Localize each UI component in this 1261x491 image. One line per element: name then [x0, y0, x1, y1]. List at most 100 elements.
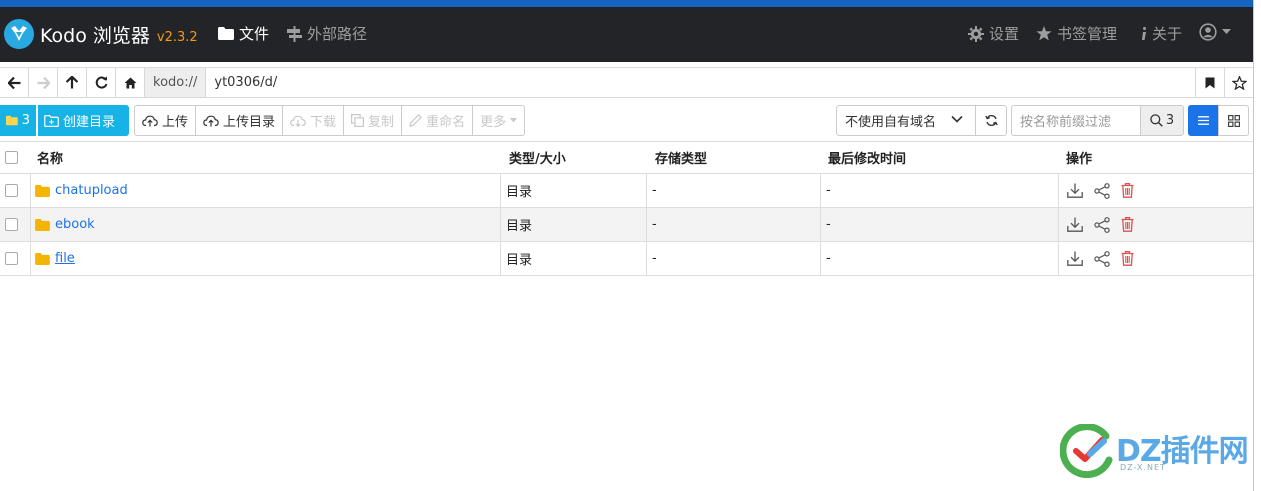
- refresh-button[interactable]: [87, 68, 116, 97]
- folder-icon: [35, 218, 50, 231]
- chevron-down-icon: [951, 115, 963, 123]
- table-row[interactable]: file 目录 - -: [0, 242, 1253, 276]
- app-version: v2.3.2: [156, 29, 198, 45]
- star-outline-icon: [1231, 75, 1247, 90]
- row-modified: -: [820, 242, 1059, 275]
- nav-about-label: 关于: [1152, 25, 1183, 43]
- download-button[interactable]: 下载: [283, 106, 345, 135]
- home-button[interactable]: [116, 68, 145, 97]
- nav-external-path[interactable]: 外部路径: [287, 23, 367, 44]
- address-path-input[interactable]: [206, 68, 1195, 97]
- list-view-toggle[interactable]: [1188, 105, 1219, 136]
- cloud-download-icon: [290, 115, 306, 127]
- row-checkbox[interactable]: [5, 252, 18, 265]
- trash-icon[interactable]: [1121, 183, 1134, 198]
- nav-external-path-label: 外部路径: [307, 25, 368, 43]
- row-storage: -: [646, 242, 821, 275]
- folder-icon: [35, 184, 50, 197]
- copy-button[interactable]: 复制: [344, 106, 403, 135]
- file-name-link[interactable]: file: [55, 251, 75, 266]
- header-modified[interactable]: 最后修改时间: [828, 142, 906, 173]
- arrow-right-icon: [37, 76, 50, 89]
- bookmark-icon: [1205, 77, 1215, 88]
- home-icon: [124, 77, 136, 88]
- arrow-up-icon: [66, 76, 78, 89]
- address-bar: kodo://: [0, 67, 1253, 98]
- user-circle-icon: [1199, 23, 1217, 41]
- signpost-icon: [287, 25, 302, 42]
- search-button[interactable]: 3: [1140, 105, 1184, 136]
- download-icon[interactable]: [1067, 183, 1083, 198]
- bookmark-button[interactable]: [1195, 68, 1224, 97]
- file-name-link[interactable]: ebook: [55, 217, 95, 232]
- address-scheme-prefix: kodo://: [145, 68, 207, 97]
- share-icon[interactable]: [1094, 216, 1110, 233]
- row-checkbox[interactable]: [5, 218, 18, 231]
- share-icon[interactable]: [1094, 250, 1110, 267]
- nav-about[interactable]: 关于: [1141, 23, 1182, 44]
- rename-button[interactable]: 重命名: [402, 106, 474, 135]
- folder-plus-icon: [44, 114, 59, 127]
- search-result-count: 3: [1165, 113, 1175, 128]
- upload-dir-button[interactable]: 上传目录: [196, 106, 284, 135]
- file-action-group: 上传 上传目录 下载 复制 重命名 更多: [134, 105, 526, 136]
- trash-icon[interactable]: [1121, 217, 1134, 232]
- more-dropdown[interactable]: 更多: [473, 106, 524, 135]
- folder-icon: [35, 252, 50, 265]
- grid-view-toggle[interactable]: [1218, 105, 1249, 136]
- download-label: 下载: [310, 115, 337, 130]
- nav-settings[interactable]: 设置: [968, 23, 1019, 44]
- user-menu[interactable]: [1199, 23, 1231, 41]
- header-name[interactable]: 名称: [37, 142, 63, 173]
- row-type: 目录: [500, 208, 647, 241]
- select-all-cell: [5, 142, 18, 173]
- gear-icon: [968, 25, 984, 42]
- search-icon: [1150, 114, 1163, 127]
- app-name: Kodo 浏览器: [40, 24, 150, 47]
- navbar: Kodo 浏览器 v2.3.2 文件 外部路径 设置 书签管理 关于: [0, 7, 1253, 62]
- arrow-left-icon: [7, 76, 20, 89]
- nav-files[interactable]: 文件: [218, 23, 269, 44]
- nav-bookmarks-label: 书签管理: [1057, 25, 1118, 43]
- share-icon[interactable]: [1094, 182, 1110, 199]
- row-checkbox[interactable]: [5, 184, 18, 197]
- row-type: 目录: [500, 174, 647, 207]
- folder-count-badge[interactable]: 3: [0, 105, 36, 136]
- favorite-button[interactable]: [1224, 68, 1253, 97]
- copy-icon: [351, 114, 365, 127]
- download-icon[interactable]: [1067, 217, 1083, 232]
- table-row[interactable]: chatupload 目录 - -: [0, 174, 1253, 208]
- upload-button[interactable]: 上传: [135, 106, 197, 135]
- forward-button[interactable]: [29, 68, 58, 97]
- info-icon: [1142, 26, 1146, 40]
- table-header-row: 名称 类型/大小 存储类型 最后修改时间 操作: [0, 141, 1253, 174]
- list-icon: [1198, 116, 1209, 125]
- download-icon[interactable]: [1067, 251, 1083, 266]
- file-name-link[interactable]: chatupload: [55, 183, 128, 198]
- sync-icon: [984, 115, 998, 126]
- trash-icon[interactable]: [1121, 251, 1134, 266]
- row-storage: -: [646, 208, 821, 241]
- grid-icon: [1227, 114, 1240, 127]
- domain-refresh-button[interactable]: [975, 105, 1007, 136]
- brand[interactable]: Kodo 浏览器 v2.3.2: [4, 19, 198, 49]
- create-dir-button[interactable]: 创建目录: [38, 105, 129, 136]
- up-button[interactable]: [58, 68, 87, 97]
- header-storage-class[interactable]: 存储类型: [655, 142, 707, 173]
- select-all-checkbox[interactable]: [5, 151, 18, 164]
- row-modified: -: [820, 208, 1059, 241]
- window-right-edge: [1253, 0, 1261, 491]
- nav-bookmarks[interactable]: 书签管理: [1036, 23, 1117, 44]
- row-type: 目录: [500, 242, 647, 275]
- back-button[interactable]: [0, 68, 29, 97]
- header-type-size[interactable]: 类型/大小: [509, 142, 566, 173]
- domain-select[interactable]: 不使用自有域名: [836, 105, 976, 136]
- cloud-upload-icon: [142, 115, 158, 126]
- refresh-icon: [95, 76, 107, 89]
- prefix-filter-input[interactable]: 按名称前缀过滤: [1011, 105, 1141, 136]
- header-actions: 操作: [1066, 152, 1093, 167]
- table-row[interactable]: ebook 目录 - -: [0, 208, 1253, 242]
- toolbar: 3 创建目录 上传 上传目录 下载 复制 重命名 更多 不使用自有域名 按名称前…: [0, 105, 1253, 136]
- nav-files-label: 文件: [239, 25, 270, 43]
- caret-down-icon: [1222, 29, 1231, 34]
